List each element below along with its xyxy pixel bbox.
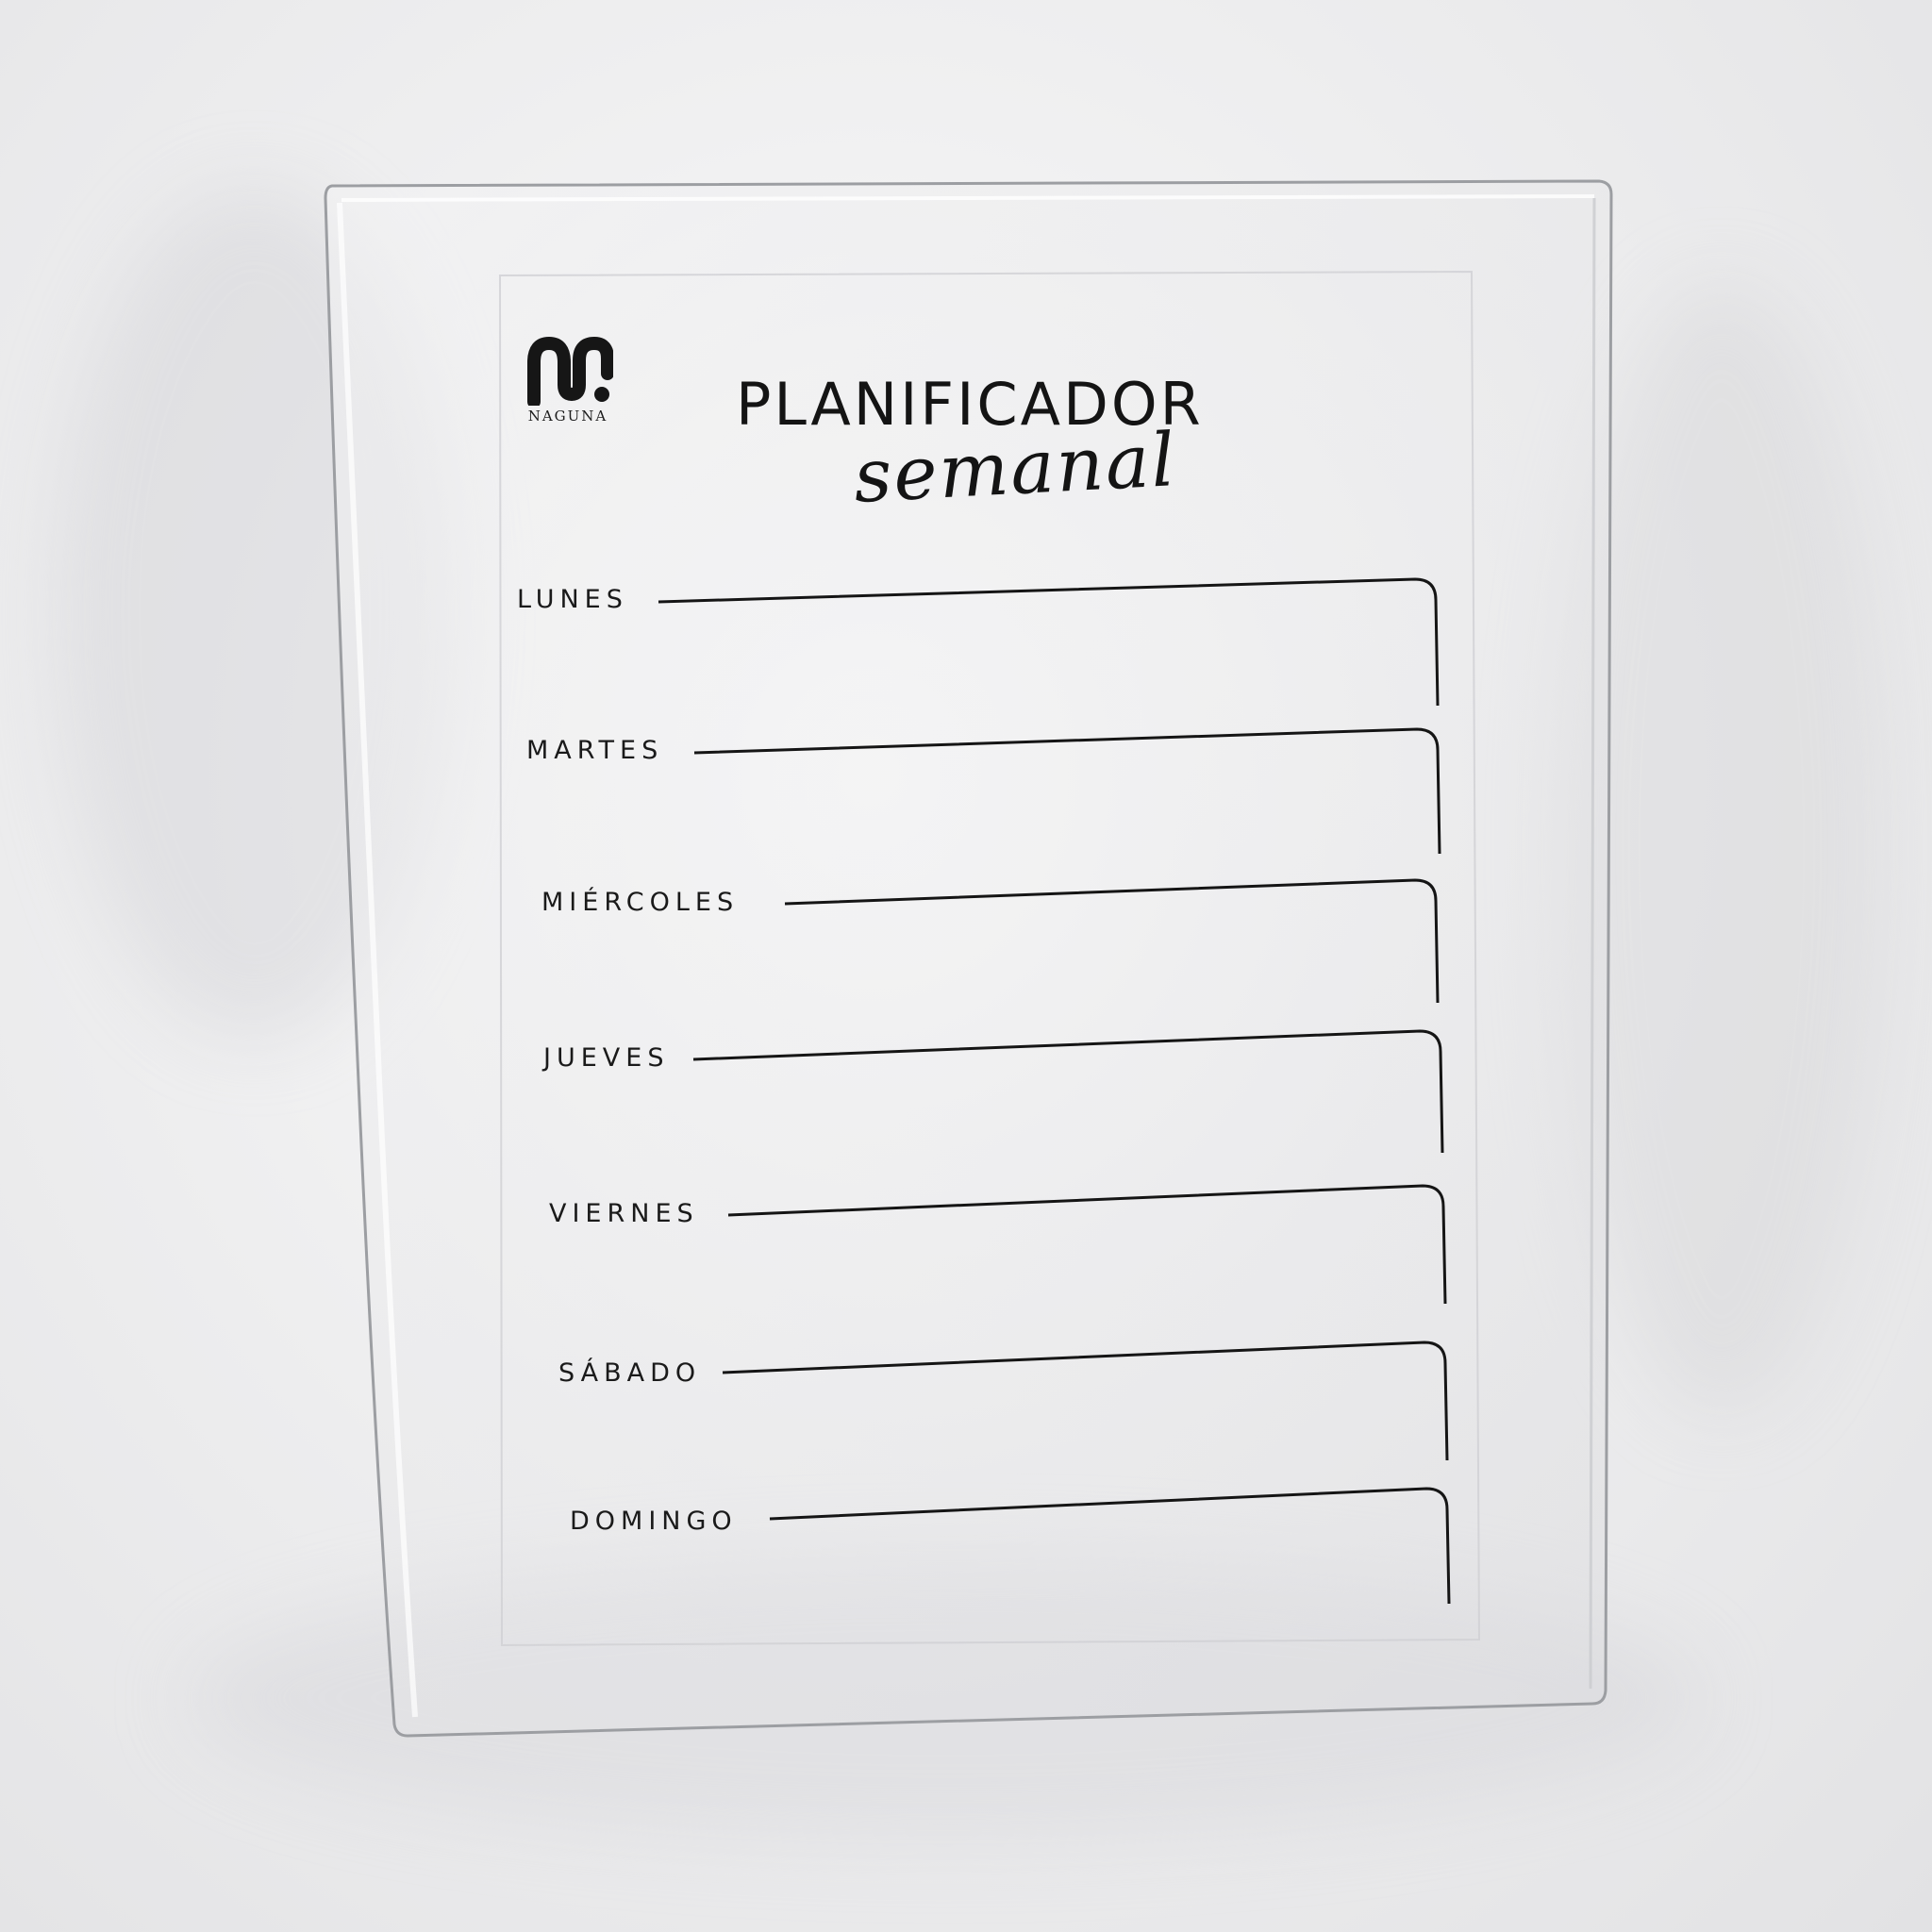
day-label-viernes: VIERNES: [549, 1199, 699, 1228]
naguna-logo-icon: [527, 337, 613, 406]
day-label-sabado: SÁBADO: [558, 1358, 702, 1388]
naguna-logo: NAGUNA: [521, 336, 615, 425]
day-label-jueves: JUEVES: [543, 1043, 670, 1073]
day-label-martes: MARTES: [526, 736, 664, 765]
planner-subtitle: semanal: [851, 418, 1179, 520]
day-label-lunes: LUNES: [517, 585, 628, 614]
day-label-miercoles: MIÉRCOLES: [541, 888, 740, 917]
day-label-domingo: DOMINGO: [570, 1507, 738, 1536]
brand-name: NAGUNA: [527, 408, 608, 425]
product-photo-scene: NAGUNA PLANIFICADOR semanal LUNES MARTES…: [0, 0, 1932, 1932]
acrylic-board: [324, 179, 1613, 1738]
